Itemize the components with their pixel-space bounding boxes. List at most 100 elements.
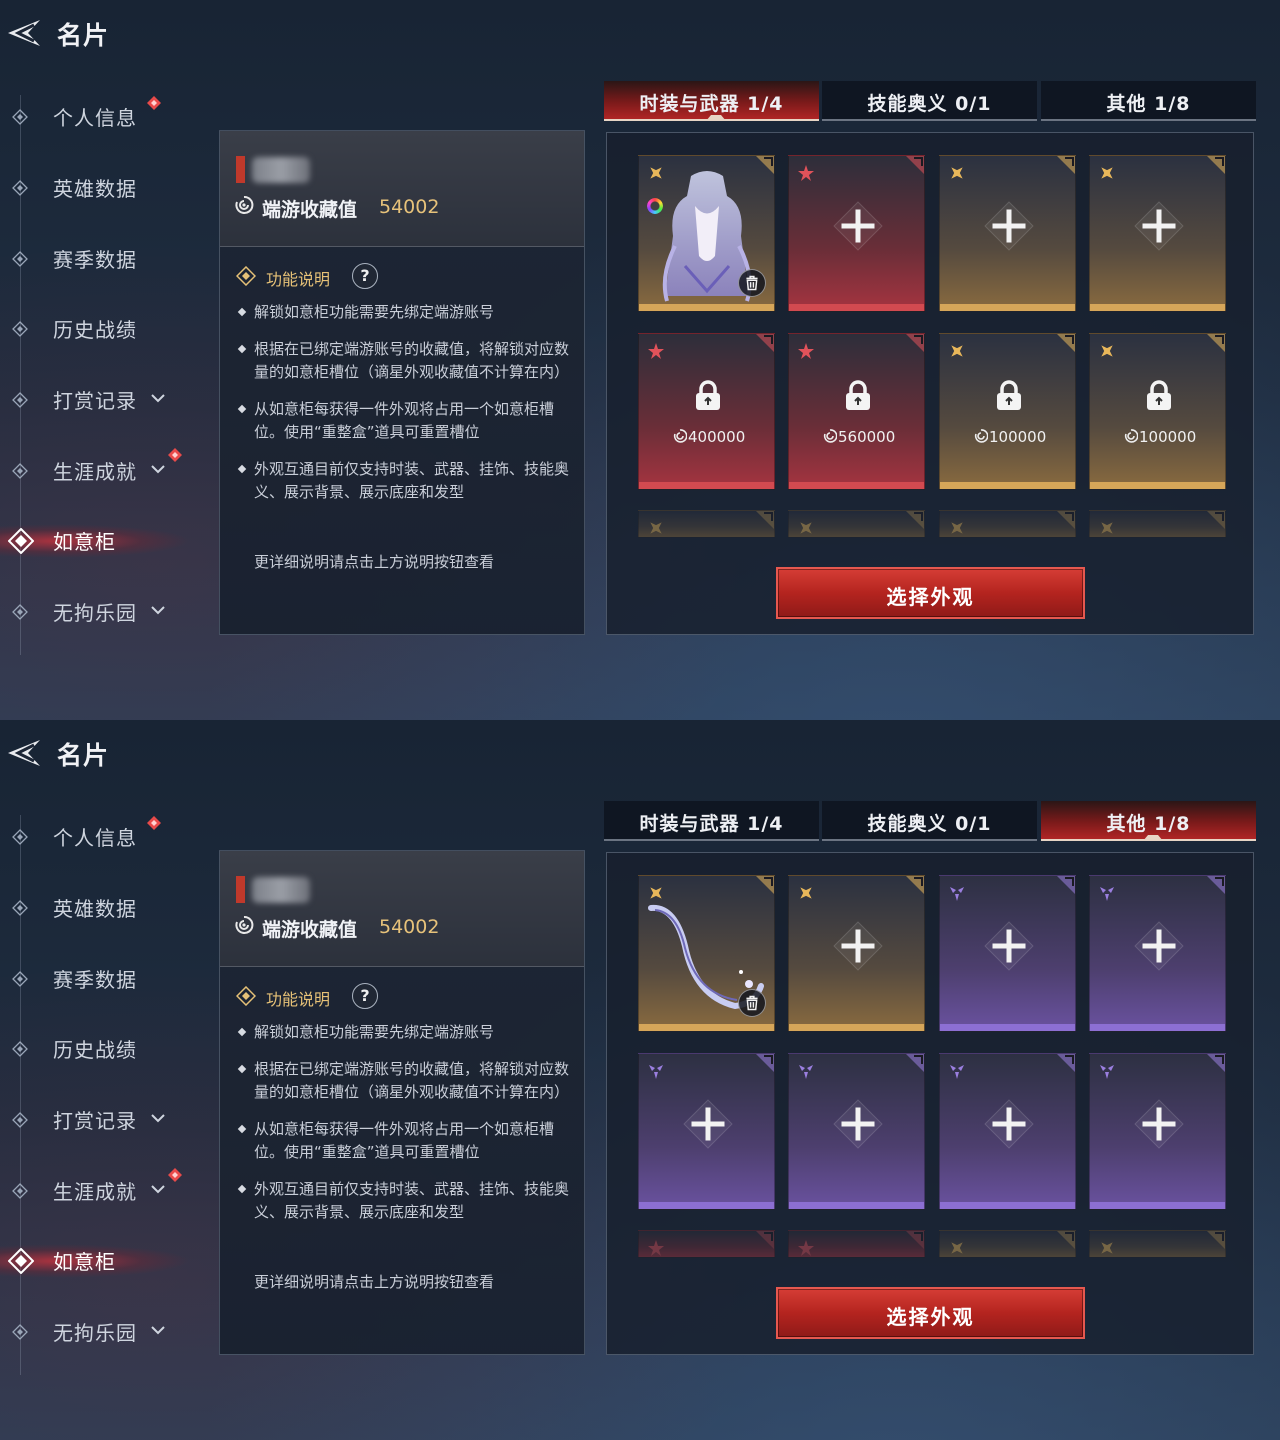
sidebar-item[interactable]: 英雄数据 xyxy=(0,883,200,931)
locked-slot[interactable]: 400000 xyxy=(638,333,775,490)
sidebar-item[interactable]: 如意柜 xyxy=(0,1236,200,1284)
add-icon[interactable] xyxy=(983,200,1035,252)
sidebar-item[interactable]: 无拘乐园 xyxy=(0,587,200,635)
sidebar-item[interactable]: 生涯成就 xyxy=(0,446,200,494)
tab-others[interactable]: 其他 1/8 xyxy=(1041,81,1256,121)
add-icon[interactable] xyxy=(832,200,884,252)
category-tabs: 时装与武器 1/4 技能奥义 0/1 其他 1/8 xyxy=(604,81,1258,121)
cabinet-slot[interactable] xyxy=(1089,875,1226,1032)
player-name-blurred xyxy=(252,877,310,903)
sidebar-item[interactable]: 无拘乐园 xyxy=(0,1307,200,1355)
rarity-red-icon xyxy=(648,343,664,359)
locked-slot[interactable]: 100000 xyxy=(939,333,1076,490)
add-icon[interactable] xyxy=(1133,200,1185,252)
help-button[interactable]: ? xyxy=(352,263,378,289)
diamond-icon xyxy=(12,1112,28,1128)
tab-skill-ultimate[interactable]: 技能奥义 0/1 xyxy=(822,801,1037,841)
sidebar-item[interactable]: 打赏记录 xyxy=(0,375,200,423)
sidebar-item[interactable]: 如意柜 xyxy=(0,516,200,564)
collection-value: 54002 xyxy=(379,916,440,938)
diamond-bullet-icon xyxy=(236,986,256,1006)
page-title: 名片 xyxy=(57,21,110,50)
cabinet-slot[interactable] xyxy=(638,1230,775,1258)
cabinet-slot[interactable] xyxy=(788,1230,925,1258)
cabinet-slot[interactable] xyxy=(939,155,1076,312)
cabinet-slot[interactable] xyxy=(1089,510,1226,538)
description-item: 根据在已绑定端游账号的收藏值，将解锁对应数量的如意柜槽位（谪星外观收藏值不计算在… xyxy=(234,338,574,384)
back-arrow-icon[interactable] xyxy=(4,16,42,50)
diamond-icon xyxy=(12,180,28,196)
help-button[interactable]: ? xyxy=(352,983,378,1009)
chevron-down-icon[interactable] xyxy=(150,1182,166,1196)
sidebar-item-label: 生涯成就 xyxy=(53,1180,137,1204)
cabinet-slot[interactable] xyxy=(1089,1230,1226,1258)
tab-label: 时装与武器 1/4 xyxy=(639,93,784,115)
select-appearance-button[interactable]: 选择外观 xyxy=(776,1287,1085,1339)
rarity-gold-icon xyxy=(951,345,963,357)
rarity-gold-icon xyxy=(1101,345,1113,357)
collection-icon xyxy=(235,915,254,934)
sidebar-item-label: 如意柜 xyxy=(53,1250,116,1274)
add-icon[interactable] xyxy=(832,920,884,972)
function-title: 功能说明 xyxy=(266,990,331,1009)
locked-slot[interactable]: 560000 xyxy=(788,333,925,490)
cabinet-slot[interactable] xyxy=(939,510,1076,538)
back-arrow-icon[interactable] xyxy=(4,736,42,770)
sidebar-item[interactable]: 赛季数据 xyxy=(0,234,200,282)
add-icon[interactable] xyxy=(983,1098,1035,1150)
cabinet-slot[interactable] xyxy=(788,510,925,538)
sidebar-item-label: 英雄数据 xyxy=(53,177,137,201)
chevron-down-icon[interactable] xyxy=(150,1323,166,1337)
locked-slot[interactable]: 100000 xyxy=(1089,333,1226,490)
rarity-gold-icon xyxy=(1101,1242,1113,1254)
cabinet-slot[interactable] xyxy=(788,155,925,312)
description-list: 解锁如意柜功能需要先绑定端游账号 根据在已绑定端游账号的收藏值，将解锁对应数量的… xyxy=(234,301,574,518)
corner-mark-icon xyxy=(1207,156,1225,174)
chevron-down-icon[interactable] xyxy=(150,462,166,476)
cabinet-slot[interactable] xyxy=(638,1053,775,1210)
cabinet-slot[interactable] xyxy=(638,510,775,538)
unlock-cost: 100000 xyxy=(1139,428,1197,446)
cabinet-slot[interactable] xyxy=(939,1053,1076,1210)
sidebar-item[interactable]: 个人信息 xyxy=(0,812,200,860)
cabinet-slot[interactable] xyxy=(1089,1053,1226,1210)
chevron-down-icon[interactable] xyxy=(150,391,166,405)
sidebar-item[interactable]: 打赏记录 xyxy=(0,1095,200,1143)
sidebar-item[interactable]: 生涯成就 xyxy=(0,1166,200,1214)
add-icon[interactable] xyxy=(1133,920,1185,972)
tab-label: 其他 1/8 xyxy=(1106,93,1191,115)
cabinet-slot[interactable] xyxy=(939,875,1076,1032)
delete-icon[interactable] xyxy=(738,989,766,1017)
add-icon[interactable] xyxy=(682,1098,734,1150)
corner-mark-icon xyxy=(906,156,924,174)
chevron-down-icon[interactable] xyxy=(150,603,166,617)
diamond-icon xyxy=(12,463,28,479)
rarity-purple-icon xyxy=(950,1065,964,1079)
filled-slot[interactable] xyxy=(638,875,775,1032)
corner-mark-icon xyxy=(906,1054,924,1072)
sidebar-item[interactable]: 赛季数据 xyxy=(0,954,200,1002)
add-icon[interactable] xyxy=(983,920,1035,972)
sidebar-item-label: 无拘乐园 xyxy=(53,1321,137,1345)
chevron-down-icon[interactable] xyxy=(150,1111,166,1125)
sidebar-item[interactable]: 历史战绩 xyxy=(0,1024,200,1072)
corner-mark-icon xyxy=(1207,511,1225,529)
tab-skill-ultimate[interactable]: 技能奥义 0/1 xyxy=(822,81,1037,121)
corner-mark-icon xyxy=(1057,1054,1075,1072)
select-appearance-button[interactable]: 选择外观 xyxy=(776,567,1085,619)
cabinet-slot[interactable] xyxy=(788,875,925,1032)
cabinet-slot[interactable] xyxy=(788,1053,925,1210)
diamond-icon xyxy=(12,829,28,845)
sidebar-item[interactable]: 英雄数据 xyxy=(0,163,200,211)
add-icon[interactable] xyxy=(832,1098,884,1150)
tab-others[interactable]: 其他 1/8 xyxy=(1041,801,1256,841)
sidebar-item[interactable]: 个人信息 xyxy=(0,92,200,140)
delete-icon[interactable] xyxy=(738,269,766,297)
cabinet-slot[interactable] xyxy=(1089,155,1226,312)
sidebar-item[interactable]: 历史战绩 xyxy=(0,304,200,352)
cabinet-slot[interactable] xyxy=(939,1230,1076,1258)
tab-fashion-weapons[interactable]: 时装与武器 1/4 xyxy=(604,801,819,841)
add-icon[interactable] xyxy=(1133,1098,1185,1150)
filled-slot[interactable] xyxy=(638,155,775,312)
tab-fashion-weapons[interactable]: 时装与武器 1/4 xyxy=(604,81,819,121)
